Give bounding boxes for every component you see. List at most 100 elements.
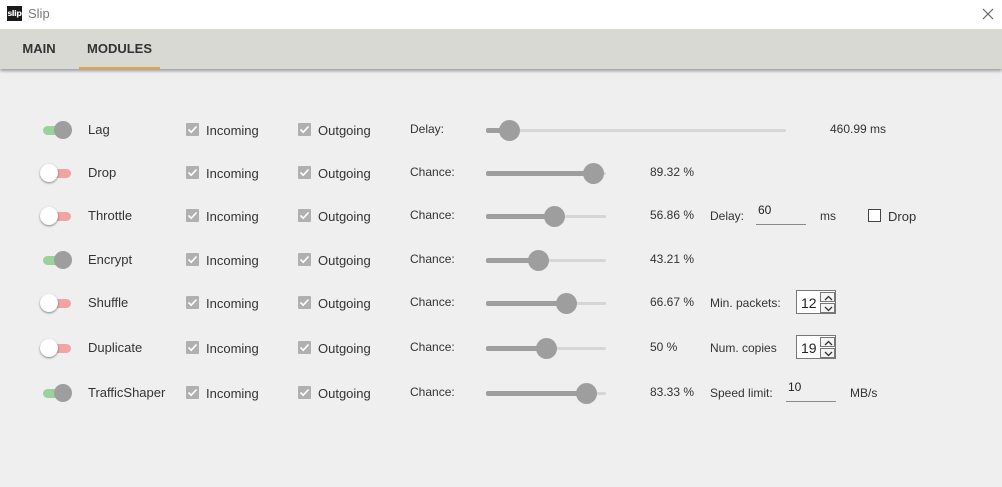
trafficshaper-incoming-checkbox[interactable]: Incoming	[186, 385, 266, 401]
throttle-drop-checkbox[interactable]: Drop	[868, 209, 928, 225]
slider-thumb[interactable]	[499, 120, 520, 141]
trafficshaper-speed-limit-label: Speed limit:	[710, 386, 773, 400]
trafficshaper-value: 83.33 %	[650, 385, 695, 399]
throttle-chance-slider[interactable]	[486, 206, 606, 227]
throttle-value: 56.86 %	[650, 208, 695, 222]
shuffle-outgoing-checkbox[interactable]: Outgoing	[298, 295, 378, 311]
spinner-up-button[interactable]	[820, 337, 835, 347]
tab-main[interactable]: MAIN	[0, 29, 78, 69]
checkbox-box	[186, 166, 199, 179]
checkbox-label: Incoming	[206, 166, 259, 181]
title-bar: slip Slip	[0, 0, 1002, 29]
checkbox-box	[298, 386, 311, 399]
close-icon	[982, 8, 994, 20]
slider-thumb[interactable]	[528, 250, 549, 271]
module-name: Encrypt	[88, 252, 133, 267]
checkbox-label: Outgoing	[318, 296, 371, 311]
checkbox-label: Incoming	[206, 209, 259, 224]
lag-toggle[interactable]	[40, 121, 72, 139]
duplicate-chance-slider[interactable]	[486, 338, 606, 359]
drop-outgoing-checkbox[interactable]: Outgoing	[298, 165, 378, 181]
duplicate-num-copies-label: Num. copies	[710, 341, 777, 355]
slider-thumb[interactable]	[576, 383, 597, 404]
throttle-delay-unit: ms	[820, 209, 836, 223]
checkbox-box	[298, 296, 311, 309]
app-logo-icon: slip	[7, 6, 22, 21]
active-tab-indicator	[79, 67, 160, 69]
checkbox-label: Outgoing	[318, 123, 371, 138]
checkbox-label: Outgoing	[318, 386, 371, 401]
module-name: TrafficShaper	[88, 385, 166, 400]
tab-modules[interactable]: MODULES	[79, 29, 160, 69]
trafficshaper-speed-limit-input[interactable]: 10	[786, 380, 836, 402]
shuffle-chance-slider[interactable]	[486, 293, 606, 314]
slider-thumb[interactable]	[556, 293, 577, 314]
toggle-knob	[40, 294, 58, 312]
drop-toggle[interactable]	[40, 164, 72, 182]
chevron-down-icon	[824, 351, 833, 357]
encrypt-toggle[interactable]	[40, 251, 72, 269]
spinner-up-button[interactable]	[820, 292, 835, 302]
trafficshaper-outgoing-checkbox[interactable]: Outgoing	[298, 385, 378, 401]
trafficshaper-chance-slider[interactable]	[486, 383, 606, 404]
checkbox-label: Outgoing	[318, 209, 371, 224]
shuffle-toggle[interactable]	[40, 294, 72, 312]
spinner-value: 19	[801, 340, 817, 356]
duplicate-toggle[interactable]	[40, 339, 72, 357]
encrypt-outgoing-checkbox[interactable]: Outgoing	[298, 252, 378, 268]
throttle-delay-input[interactable]: 60	[756, 203, 806, 225]
throttle-incoming-checkbox[interactable]: Incoming	[186, 208, 266, 224]
shuffle-min-packets-spinner[interactable]: 12	[796, 290, 836, 314]
close-window-button[interactable]	[978, 4, 998, 24]
drop-incoming-checkbox[interactable]: Incoming	[186, 165, 266, 181]
drop-chance-slider[interactable]	[486, 163, 606, 184]
param-label: Delay:	[410, 122, 445, 136]
tab-bar: MAIN MODULES	[0, 29, 1002, 69]
checkmark-icon	[299, 343, 310, 352]
toggle-knob	[54, 121, 72, 139]
checkbox-label: Drop	[888, 209, 917, 224]
checkbox-box	[298, 123, 311, 136]
module-row-throttle: Throttle Incoming Outgoing Chance: 56.86…	[0, 201, 1002, 231]
module-row-duplicate: Duplicate Incoming Outgoing Chance: 50 %…	[0, 333, 1002, 363]
trafficshaper-toggle[interactable]	[40, 384, 72, 402]
slider-thumb[interactable]	[536, 338, 557, 359]
shuffle-incoming-checkbox[interactable]: Incoming	[186, 295, 266, 311]
throttle-toggle[interactable]	[40, 207, 72, 225]
checkbox-box	[298, 166, 311, 179]
lag-delay-slider[interactable]	[486, 120, 786, 141]
duplicate-incoming-checkbox[interactable]: Incoming	[186, 340, 266, 356]
lag-outgoing-checkbox[interactable]: Outgoing	[298, 122, 378, 138]
checkbox-box	[186, 209, 199, 222]
checkbox-box	[186, 296, 199, 309]
shuffle-min-packets-label: Min. packets:	[710, 296, 781, 310]
module-name: Shuffle	[88, 295, 129, 310]
spinner-down-button[interactable]	[820, 303, 835, 313]
slider-fill	[486, 171, 593, 176]
checkbox-label: Incoming	[206, 296, 259, 311]
throttle-delay-label: Delay:	[710, 209, 745, 223]
slider-thumb[interactable]	[544, 206, 565, 227]
module-name: Drop	[88, 165, 117, 180]
slider-thumb[interactable]	[583, 163, 604, 184]
checkbox-box	[186, 386, 199, 399]
spinner-down-button[interactable]	[820, 348, 835, 358]
toggle-knob	[54, 251, 72, 269]
encrypt-chance-slider[interactable]	[486, 250, 606, 271]
param-label: Chance:	[410, 295, 455, 309]
lag-incoming-checkbox[interactable]: Incoming	[186, 122, 266, 138]
throttle-outgoing-checkbox[interactable]: Outgoing	[298, 208, 378, 224]
checkbox-label: Incoming	[206, 341, 259, 356]
toggle-knob	[40, 339, 58, 357]
checkmark-icon	[187, 168, 198, 177]
module-name: Duplicate	[88, 340, 143, 355]
module-name: Lag	[88, 122, 110, 137]
toggle-knob	[40, 207, 58, 225]
module-row-trafficshaper: TrafficShaper Incoming Outgoing Chance: …	[0, 378, 1002, 408]
checkmark-icon	[187, 125, 198, 134]
duplicate-outgoing-checkbox[interactable]: Outgoing	[298, 340, 378, 356]
checkmark-icon	[299, 255, 310, 264]
duplicate-num-copies-spinner[interactable]: 19	[796, 335, 836, 359]
checkbox-label: Outgoing	[318, 166, 371, 181]
encrypt-incoming-checkbox[interactable]: Incoming	[186, 252, 266, 268]
